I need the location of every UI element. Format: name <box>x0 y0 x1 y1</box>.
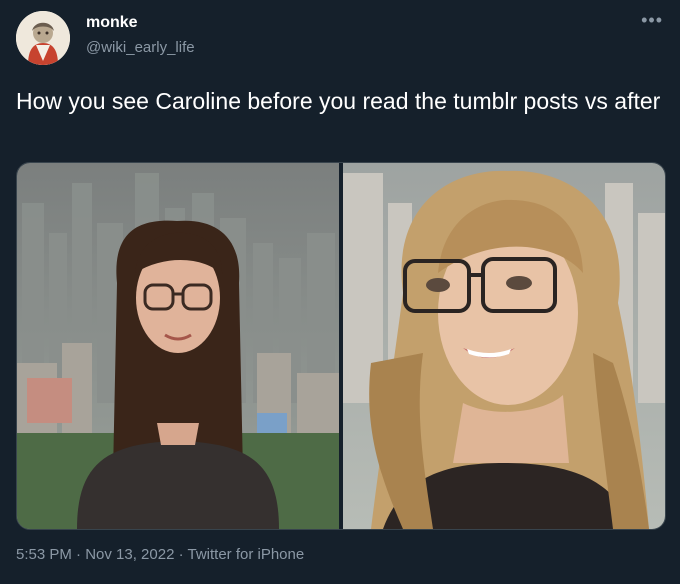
avatar-illustration-icon <box>16 11 70 65</box>
tweet-timestamp-source[interactable]: 5:53 PM · Nov 13, 2022 · Twitter for iPh… <box>16 546 304 563</box>
author-handle[interactable]: @wiki_early_life <box>86 39 195 56</box>
avatar[interactable] <box>16 11 70 65</box>
before-photo-image <box>17 163 339 529</box>
tweet-text: How you see Caroline before you read the… <box>16 88 661 114</box>
after-photo-image <box>343 163 665 529</box>
tweet-media[interactable] <box>16 162 666 530</box>
more-options-icon[interactable]: ••• <box>641 10 663 31</box>
before-photo[interactable] <box>17 163 339 529</box>
author-display-name[interactable]: monke <box>86 14 138 32</box>
after-photo[interactable] <box>343 163 665 529</box>
